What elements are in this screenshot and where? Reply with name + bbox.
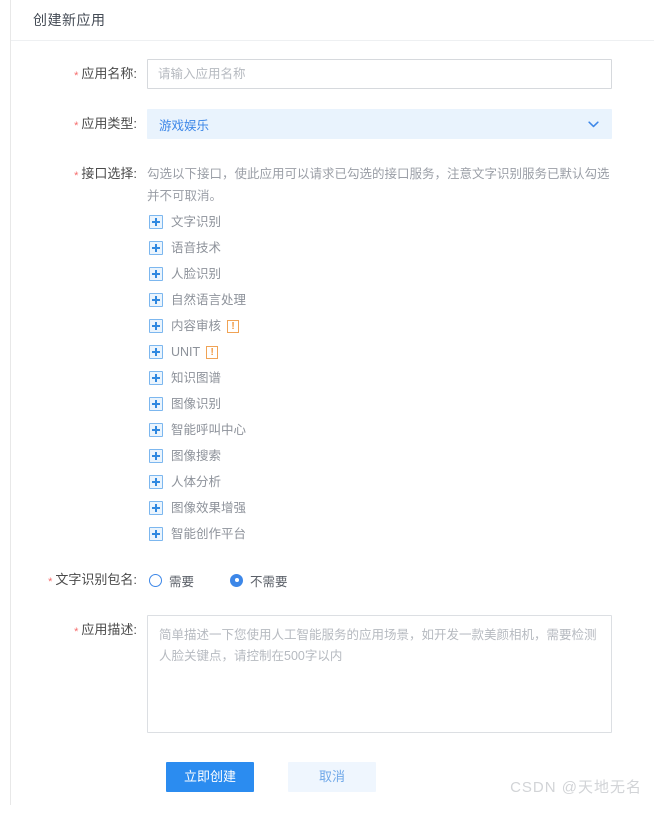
interface-tree-item-label: 智能创作平台 [171, 527, 247, 541]
plus-square-icon[interactable] [149, 293, 163, 307]
plus-square-icon[interactable] [149, 527, 163, 541]
label-interfaces-text: 接口选择: [81, 166, 137, 181]
interface-tree-item[interactable]: 自然语言处理 [147, 287, 654, 313]
plus-square-icon[interactable] [149, 345, 163, 359]
chevron-down-icon [587, 118, 600, 131]
create-app-panel: 创建新应用 *应用名称: *应用类型: 游戏娱乐 [10, 0, 654, 805]
app-type-selected-value: 游戏娱乐 [159, 118, 210, 133]
plus-square-icon[interactable] [149, 397, 163, 411]
plus-square-icon[interactable] [149, 267, 163, 281]
label-interfaces: * 接口选择: [11, 159, 147, 191]
label-app-name: * 应用名称: [11, 59, 147, 91]
plus-square-icon[interactable] [149, 501, 163, 515]
label-description: * 应用描述: [11, 615, 147, 647]
field-description [147, 615, 654, 736]
interface-tree-item-label: 文字识别 [171, 215, 222, 229]
plus-square-icon[interactable] [149, 475, 163, 489]
interface-tree-item[interactable]: 文字识别 [147, 209, 654, 235]
plus-square-icon[interactable] [149, 215, 163, 229]
interface-tree-item[interactable]: 图像识别 [147, 391, 654, 417]
form-row-ocr-package: * 文字识别包名: 需要 不需要 [11, 565, 654, 597]
radio-unselected-icon[interactable] [149, 573, 162, 587]
cancel-button[interactable]: 取消 [288, 762, 377, 792]
interface-tree-item[interactable]: 图像效果增强 [147, 495, 654, 521]
page-title: 创建新应用 [11, 0, 654, 41]
submit-button[interactable]: 立即创建 [166, 762, 255, 792]
form-row-interfaces: * 接口选择: 勾选以下接口，使此应用可以请求已勾选的接口服务，注意文字识别服务已… [11, 159, 654, 547]
interface-tree-item[interactable]: UNIT! [147, 339, 654, 365]
required-asterisk: * [74, 170, 79, 182]
label-app-name-text: 应用名称: [81, 66, 137, 81]
interfaces-tree: 文字识别 语音技术 人脸识别 自然语言处理 内容审核! UNIT! 知识图谱 图像识别 智能呼叫… [147, 209, 654, 547]
field-app-type: 游戏娱乐 [147, 109, 654, 139]
interface-tree-item-label: 人体分析 [171, 475, 222, 489]
interface-tree-item-label: UNIT [171, 345, 201, 359]
description-textarea[interactable] [147, 615, 612, 733]
ocr-package-radio-label: 需要 [169, 574, 195, 589]
label-app-type-text: 应用类型: [81, 116, 137, 131]
required-asterisk: * [74, 70, 79, 82]
interface-tree-item[interactable]: 内容审核! [147, 313, 654, 339]
interface-tree-item-label: 图像效果增强 [171, 501, 247, 515]
interface-tree-item-label: 知识图谱 [171, 371, 222, 385]
interface-tree-item-label: 自然语言处理 [171, 293, 247, 307]
watermark: CSDN @天地无名 [510, 779, 642, 796]
radio-selected-icon[interactable] [230, 573, 244, 587]
interface-tree-item[interactable]: 智能创作平台 [147, 521, 654, 547]
plus-square-icon[interactable] [149, 319, 163, 333]
interface-tree-item[interactable]: 人脸识别 [147, 261, 654, 287]
field-interfaces: 勾选以下接口，使此应用可以请求已勾选的接口服务，注意文字识别服务已默认勾选并不可… [147, 159, 654, 547]
interface-tree-item[interactable]: 语音技术 [147, 235, 654, 261]
interface-tree-item[interactable]: 人体分析 [147, 469, 654, 495]
ocr-package-radio-group: 需要 不需要 [147, 565, 654, 595]
app-name-input[interactable] [147, 59, 612, 89]
create-app-form: *应用名称: *应用类型: 游戏娱乐 [11, 41, 654, 792]
interface-tree-item[interactable]: 图像搜索 [147, 443, 654, 469]
exclamation-badge-icon: ! [206, 345, 219, 359]
label-description-text: 应用描述: [81, 622, 137, 637]
label-app-type: * 应用类型: [11, 109, 147, 141]
interface-tree-item[interactable]: 智能呼叫中心 [147, 417, 654, 443]
field-ocr-package: 需要 不需要 [147, 565, 654, 595]
ocr-package-radio-label: 不需要 [250, 574, 288, 589]
plus-square-icon[interactable] [149, 241, 163, 255]
ocr-package-radio-option[interactable]: 需要 [149, 571, 194, 590]
required-asterisk: * [48, 576, 53, 588]
interface-tree-item-label: 内容审核 [171, 319, 222, 333]
label-ocr-package: * 文字识别包名: [11, 565, 147, 597]
required-asterisk: * [74, 626, 79, 638]
required-asterisk: * [74, 120, 79, 132]
form-row-app-name: * 应用名称: [11, 59, 654, 91]
interface-tree-item-label: 语音技术 [171, 241, 222, 255]
form-row-description: * 应用描述: [11, 615, 654, 736]
field-app-name [147, 59, 654, 89]
app-type-select[interactable]: 游戏娱乐 [147, 109, 612, 139]
label-ocr-package-text: 文字识别包名: [55, 572, 137, 587]
interface-tree-item-label: 图像搜索 [171, 449, 222, 463]
form-row-app-type: * 应用类型: 游戏娱乐 [11, 109, 654, 141]
plus-square-icon[interactable] [149, 371, 163, 385]
interfaces-hint: 勾选以下接口，使此应用可以请求已勾选的接口服务，注意文字识别服务已默认勾选并不可… [147, 167, 610, 203]
ocr-package-radio-option[interactable]: 不需要 [230, 571, 288, 590]
interface-tree-item-label: 人脸识别 [171, 267, 222, 281]
plus-square-icon[interactable] [149, 423, 163, 437]
interface-tree-item[interactable]: 知识图谱 [147, 365, 654, 391]
interface-tree-item-label: 智能呼叫中心 [171, 423, 247, 437]
interface-tree-item-label: 图像识别 [171, 397, 222, 411]
plus-square-icon[interactable] [149, 449, 163, 463]
exclamation-badge-icon: ! [227, 319, 240, 333]
